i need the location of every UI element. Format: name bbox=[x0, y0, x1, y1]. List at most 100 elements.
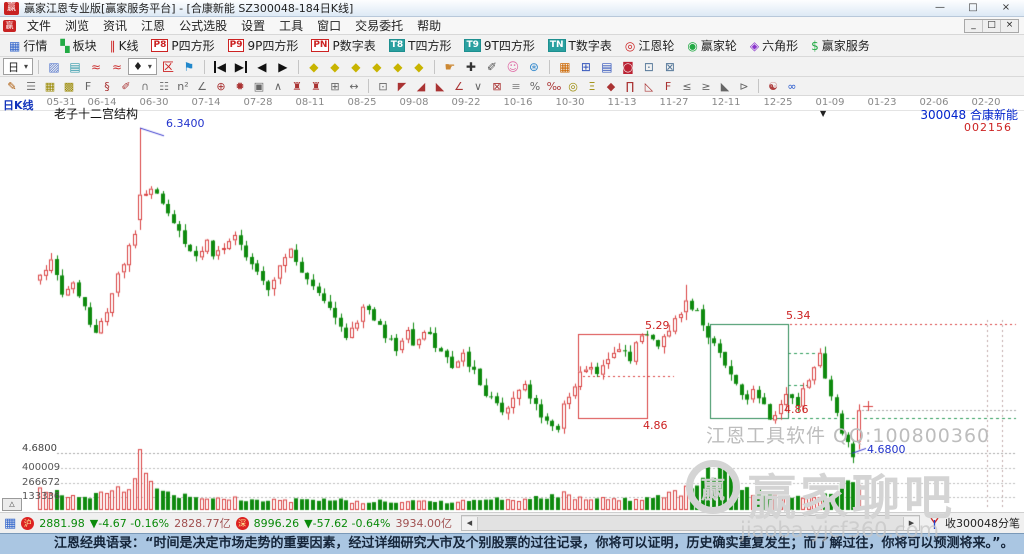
play-angle-icon[interactable]: ⊳ bbox=[735, 77, 753, 95]
ray-fan-icon[interactable]: ◤ bbox=[393, 77, 411, 95]
gte-angle-icon[interactable]: ≥ bbox=[697, 77, 715, 95]
t9-square-button[interactable]: T99T四方形 bbox=[458, 35, 540, 56]
infinity-icon[interactable]: ∞ bbox=[783, 77, 801, 95]
step-forward-icon[interactable]: ▶ bbox=[273, 58, 293, 76]
crosshair-add-icon[interactable]: ✚ bbox=[461, 58, 481, 76]
t-square-button[interactable]: T8T四方形 bbox=[383, 35, 458, 56]
crosshair-circle-icon[interactable]: ⊕ bbox=[212, 77, 230, 95]
t-digit-button[interactable]: TNT数字表 bbox=[542, 35, 618, 56]
measure-icon[interactable]: ✐ bbox=[117, 77, 135, 95]
kline-button[interactable]: ∥K线 bbox=[104, 35, 145, 56]
star-burst-icon[interactable]: ✹ bbox=[231, 77, 249, 95]
menu-item-交易委托[interactable]: 交易委托 bbox=[348, 16, 410, 35]
period-dropdown[interactable]: 日▾ bbox=[3, 58, 33, 75]
diamond-compress-icon[interactable]: ◆ bbox=[367, 58, 387, 76]
minimize-button[interactable]: — bbox=[926, 1, 954, 15]
menu-item-资讯[interactable]: 资讯 bbox=[96, 16, 134, 35]
n-square-icon[interactable]: n² bbox=[174, 77, 192, 95]
winner-wheel-button[interactable]: ◉赢家轮 bbox=[681, 35, 743, 56]
box-select-icon[interactable]: ⊡ bbox=[374, 77, 392, 95]
volume-pane-toggle-button[interactable]: △ bbox=[2, 498, 22, 511]
p-square-button[interactable]: P8P四方形 bbox=[145, 35, 220, 56]
gann-grid-icon[interactable]: ▦ bbox=[41, 77, 59, 95]
shaded-wedge-icon[interactable]: ◣ bbox=[716, 77, 734, 95]
send-pc-icon[interactable]: ⊠ bbox=[660, 58, 680, 76]
flag-icon[interactable]: ⚑ bbox=[179, 58, 199, 76]
grid-cross-icon[interactable]: ⊠ bbox=[488, 77, 506, 95]
pen-tool-icon[interactable]: ✎ bbox=[3, 77, 21, 95]
gann-wheel-button[interactable]: ◎江恩轮 bbox=[619, 35, 681, 56]
menu-item-帮助[interactable]: 帮助 bbox=[410, 16, 448, 35]
region-select-icon[interactable]: 区 bbox=[158, 58, 178, 76]
chart-scrollbar[interactable]: ◀ ▶ bbox=[461, 515, 920, 531]
menu-item-浏览[interactable]: 浏览 bbox=[58, 16, 96, 35]
step-back-icon[interactable]: ◀ bbox=[252, 58, 272, 76]
peaks-icon[interactable]: ∧ bbox=[269, 77, 287, 95]
window-grid-icon[interactable]: ⊞ bbox=[326, 77, 344, 95]
p9-square-button[interactable]: P99P四方形 bbox=[222, 35, 305, 56]
marker-pen-icon[interactable]: ✐ bbox=[482, 58, 502, 76]
table-line-icon[interactable]: ∏ bbox=[621, 77, 639, 95]
menu-item-文件[interactable]: 文件 bbox=[20, 16, 58, 35]
globe-icon[interactable]: ⊛ bbox=[524, 58, 544, 76]
h-arrows-icon[interactable]: ↔ bbox=[345, 77, 363, 95]
hexagon-button[interactable]: ◈六角形 bbox=[744, 35, 804, 56]
diamond-expand-icon[interactable]: ◆ bbox=[346, 58, 366, 76]
skip-to-start-icon[interactable]: ◀ bbox=[210, 58, 230, 76]
board-icon[interactable]: ▤ bbox=[65, 58, 85, 76]
zigzag-red2-icon[interactable]: ≈ bbox=[107, 58, 127, 76]
menu-item-设置[interactable]: 设置 bbox=[234, 16, 272, 35]
triple-line-icon[interactable]: ≡ bbox=[507, 77, 525, 95]
photo-frame-icon[interactable]: ▣ bbox=[250, 77, 268, 95]
arc-tool-icon[interactable]: ∩ bbox=[136, 77, 154, 95]
gold-circle-icon[interactable]: ◎ bbox=[564, 77, 582, 95]
wedge-icon[interactable]: ◺ bbox=[640, 77, 658, 95]
child-restore-button[interactable]: □ bbox=[982, 20, 1000, 32]
trend-angle-icon[interactable]: ∠ bbox=[450, 77, 468, 95]
export-pc-icon[interactable]: ⊡ bbox=[639, 58, 659, 76]
diamond-ten-icon[interactable]: ◆ bbox=[602, 77, 620, 95]
calendar-icon[interactable]: ▦ bbox=[555, 58, 575, 76]
child-minimize-button[interactable]: _ bbox=[965, 20, 982, 32]
notes-icon[interactable]: ▤ bbox=[597, 58, 617, 76]
child-close-button[interactable]: × bbox=[1000, 20, 1018, 32]
sectors-button[interactable]: ▚板块 bbox=[54, 35, 102, 56]
scrollbar-track[interactable] bbox=[478, 516, 903, 530]
tower-red2-icon[interactable]: ♜ bbox=[307, 77, 325, 95]
scroll-right-button[interactable]: ▶ bbox=[903, 517, 919, 530]
menu-item-江恩[interactable]: 江恩 bbox=[134, 16, 172, 35]
close-button[interactable]: × bbox=[992, 1, 1020, 15]
menu-item-公式选股[interactable]: 公式选股 bbox=[172, 16, 234, 35]
restore-button[interactable]: □ bbox=[959, 1, 987, 15]
diamond-shift-right-icon[interactable]: ◆ bbox=[325, 58, 345, 76]
chart-image-icon[interactable]: ▨ bbox=[44, 58, 64, 76]
ruler-grid-icon[interactable]: ☷ bbox=[155, 77, 173, 95]
quotes-grid-icon[interactable]: ▦ bbox=[4, 516, 16, 531]
quotes-button[interactable]: ▦行情 bbox=[3, 35, 53, 56]
fibonacci-icon[interactable]: F bbox=[79, 77, 97, 95]
lte-angle-icon[interactable]: ≤ bbox=[678, 77, 696, 95]
permille-icon[interactable]: ‰ bbox=[545, 77, 563, 95]
calculator-icon[interactable]: ⊞ bbox=[576, 58, 596, 76]
winner-service-button[interactable]: $赢家服务 bbox=[805, 35, 876, 56]
hatch-lines-icon[interactable]: ☰ bbox=[22, 77, 40, 95]
gold-lines-icon[interactable]: Ξ bbox=[583, 77, 601, 95]
zigzag-red-icon[interactable]: ≈ bbox=[86, 58, 106, 76]
diamond-zoom-in-icon[interactable]: ◆ bbox=[388, 58, 408, 76]
angle-tool-icon[interactable]: ∠ bbox=[193, 77, 211, 95]
piggy-icon[interactable]: ☺ bbox=[503, 58, 523, 76]
hand-tool-icon[interactable]: ☛ bbox=[440, 58, 460, 76]
menu-item-工具[interactable]: 工具 bbox=[272, 16, 310, 35]
yinyang-icon[interactable]: ☯ bbox=[764, 77, 782, 95]
gann-fan2-icon[interactable]: ◣ bbox=[431, 77, 449, 95]
scroll-left-button[interactable]: ◀ bbox=[462, 517, 478, 530]
p-digit-button[interactable]: PNP数字表 bbox=[305, 35, 381, 56]
menu-item-窗口[interactable]: 窗口 bbox=[310, 16, 348, 35]
spiral-icon[interactable]: § bbox=[98, 77, 116, 95]
tower-red-icon[interactable]: ♜ bbox=[288, 77, 306, 95]
candle-style-dropdown[interactable]: ♦▾ bbox=[128, 58, 157, 75]
f-angle-icon[interactable]: Ϝ bbox=[659, 77, 677, 95]
save-disk-icon[interactable]: ◙ bbox=[618, 58, 638, 76]
gann-grid2-icon[interactable]: ▩ bbox=[60, 77, 78, 95]
skip-to-end-icon[interactable]: ▶ bbox=[231, 58, 251, 76]
